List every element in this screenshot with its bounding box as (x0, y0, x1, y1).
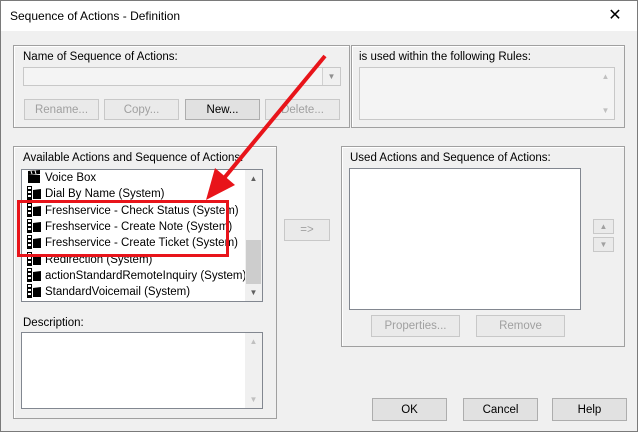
annotation-arrow (206, 54, 327, 200)
dialog-window: Sequence of Actions - Definition ✕ Name … (0, 0, 638, 432)
